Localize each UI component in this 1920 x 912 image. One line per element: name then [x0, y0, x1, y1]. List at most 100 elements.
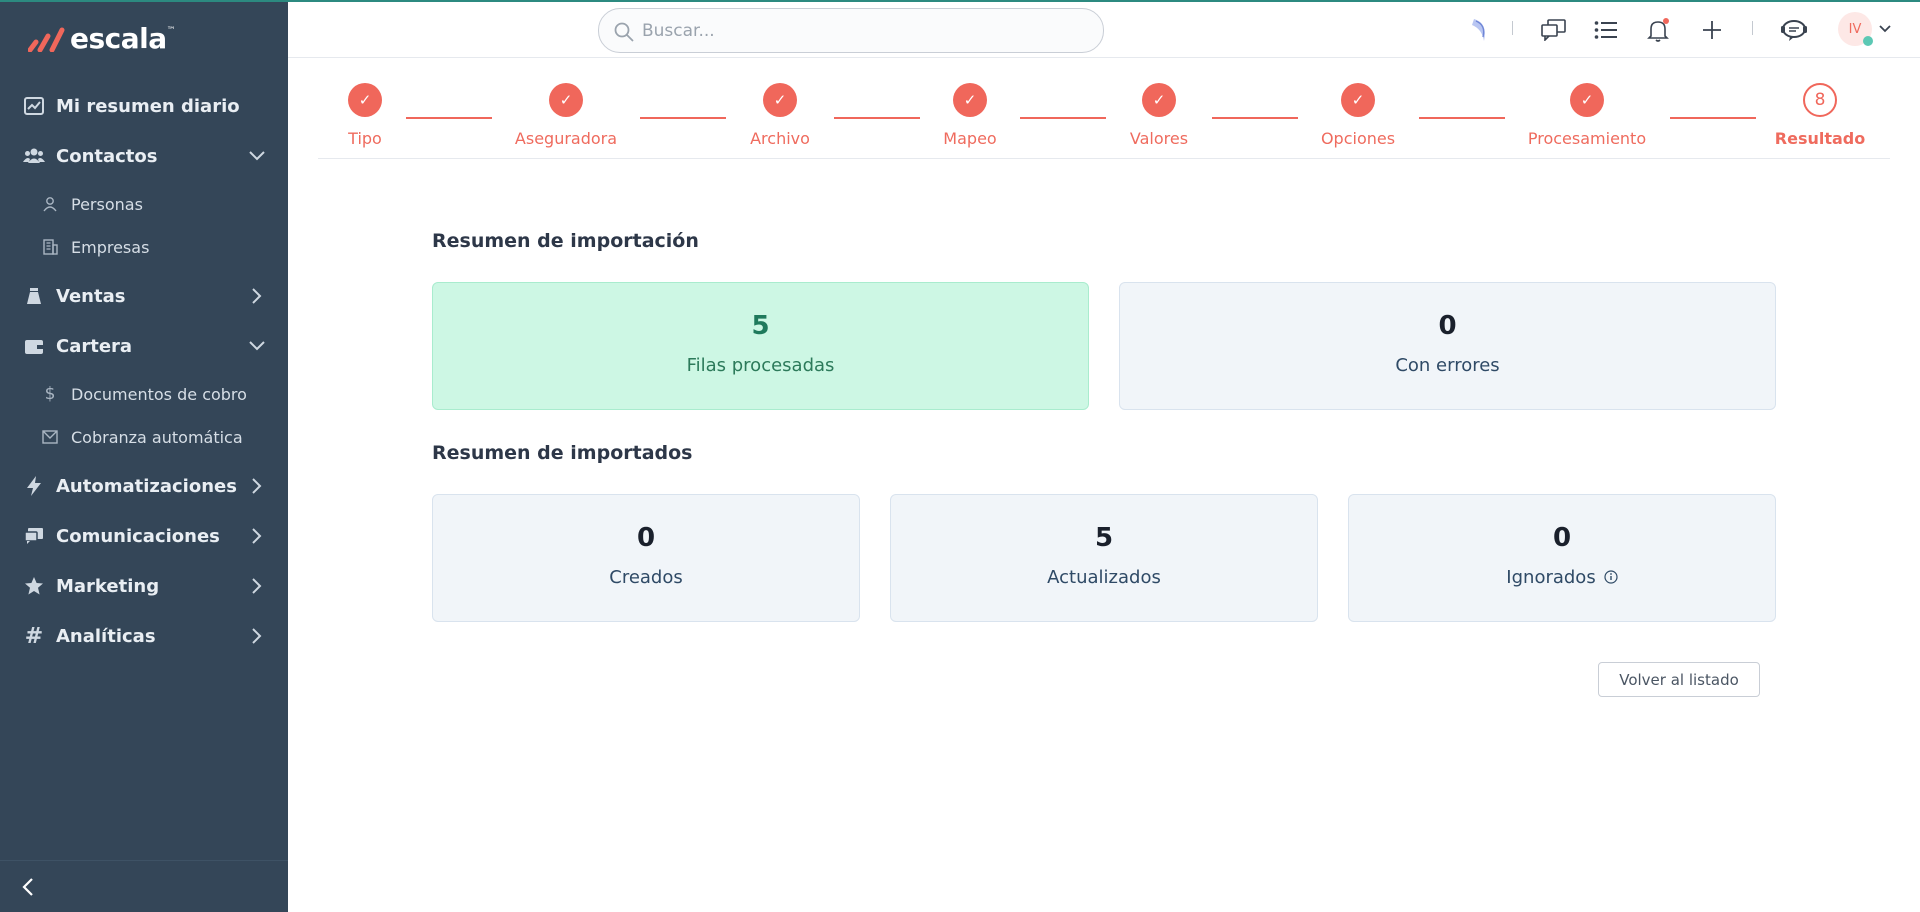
chevron-down-icon[interactable] [246, 145, 268, 167]
sidebar-item-cartera[interactable]: Cartera [0, 326, 288, 366]
list-icon[interactable] [1592, 16, 1620, 44]
sidebar-item-label: Comunicaciones [56, 525, 220, 547]
chevron-down-icon[interactable] [1878, 22, 1892, 36]
step-resultado-current: 8 [1803, 83, 1837, 117]
info-icon[interactable] [1604, 570, 1618, 584]
imported-summary-title: Resumen de importados [432, 442, 693, 464]
updated-label: Actualizados [1047, 567, 1161, 588]
sidebar-collapse-button[interactable] [0, 860, 288, 912]
error-rows-label: Con errores [1395, 355, 1500, 376]
created-label: Creados [609, 567, 683, 588]
step-label-resultado: Resultado [1774, 129, 1866, 148]
bell-icon[interactable] [1645, 16, 1673, 44]
step-tipo-check: ✓ [348, 83, 382, 117]
step-connector [406, 117, 492, 119]
ignored-caption: Ignorados [1349, 567, 1775, 588]
created-count: 0 [636, 523, 656, 553]
star-icon [23, 575, 45, 597]
sidebar-item-empresas[interactable]: Empresas [0, 229, 288, 265]
sidebar-item-label: Marketing [56, 575, 160, 597]
sidebar-item-ventas[interactable]: Ventas [0, 276, 288, 316]
sidebar-item-label: Contactos [56, 145, 158, 167]
step-connector [1212, 117, 1298, 119]
import-summary-title: Resumen de importación [432, 230, 699, 252]
lightning-icon [23, 475, 45, 497]
sidebar-item-label: Empresas [71, 237, 150, 257]
step-connector [1020, 117, 1106, 119]
step-label-aseguradora: Aseguradora [514, 129, 618, 148]
sidebar-item-label: Documentos de cobro [71, 384, 247, 404]
step-label-procesamiento: Procesamiento [1527, 129, 1647, 148]
sidebar-item-contactos[interactable]: Contactos [0, 136, 288, 176]
mail-icon [41, 428, 59, 446]
search-bar[interactable] [598, 8, 1104, 53]
sidebar-item-label: Cartera [56, 335, 133, 357]
sidebar-item-mi-resumen-diario[interactable]: Mi resumen diario [0, 86, 288, 126]
sidebar-item-label: Analíticas [56, 625, 156, 647]
sidebar: escala ™ Mi resumen diario Contactos Per… [0, 0, 288, 912]
building-icon [41, 238, 59, 256]
user-initials: IV [1848, 21, 1862, 37]
sidebar-item-cobranza-automatica[interactable]: Cobranza automática [0, 419, 288, 455]
step-label-archivo: Archivo [750, 129, 810, 148]
users-icon [23, 145, 45, 167]
step-aseguradora-check: ✓ [549, 83, 583, 117]
chevron-right-icon[interactable] [246, 525, 268, 547]
ignored-count: 0 [1552, 523, 1572, 553]
sidebar-item-label: Personas [71, 194, 143, 214]
sidebar-item-documentos-de-cobro[interactable]: $ Documentos de cobro [0, 376, 288, 412]
chevron-left-icon [16, 875, 40, 899]
step-mapeo-check: ✓ [953, 83, 987, 117]
messages-icon[interactable] [1540, 16, 1568, 44]
person-icon [41, 195, 59, 213]
header-separator [1752, 21, 1753, 35]
created-card: 0 Creados [432, 494, 860, 622]
chevron-down-icon[interactable] [246, 335, 268, 357]
step-connector [834, 117, 920, 119]
hash-icon: # [24, 623, 44, 649]
plus-icon[interactable] [1698, 16, 1726, 44]
support-chat-icon[interactable] [1780, 16, 1808, 44]
updated-count: 5 [1094, 523, 1114, 553]
step-connector [1670, 117, 1756, 119]
step-archivo-check: ✓ [763, 83, 797, 117]
processed-rows-label: Filas procesadas [686, 355, 835, 376]
sales-icon [23, 285, 45, 307]
sidebar-item-analiticas[interactable]: # Analíticas [0, 616, 288, 656]
step-connector [640, 117, 726, 119]
bird-icon[interactable] [1466, 16, 1494, 44]
sidebar-item-label: Mi resumen diario [56, 95, 240, 117]
updated-card: 5 Actualizados [890, 494, 1318, 622]
sidebar-item-label: Ventas [56, 285, 126, 307]
sidebar-item-label: Cobranza automática [71, 427, 243, 447]
step-label-valores: Valores [1129, 129, 1189, 148]
chevron-right-icon[interactable] [246, 285, 268, 307]
sidebar-item-label: Automatizaciones [56, 475, 237, 497]
step-label-mapeo: Mapeo [943, 129, 997, 148]
wallet-icon [23, 335, 45, 357]
sidebar-item-marketing[interactable]: Marketing [0, 566, 288, 606]
sidebar-item-automatizaciones[interactable]: Automatizaciones [0, 466, 288, 506]
error-rows-count: 0 [1438, 311, 1457, 341]
sidebar-item-personas[interactable]: Personas [0, 186, 288, 222]
chevron-right-icon[interactable] [246, 575, 268, 597]
processed-rows-count: 5 [751, 311, 770, 341]
import-stepper: ✓ Tipo ✓ Aseguradora ✓ Archivo ✓ Mapeo ✓… [318, 58, 1890, 159]
search-input[interactable] [642, 19, 1082, 43]
step-connector [1419, 117, 1505, 119]
top-accent-line [0, 0, 1920, 2]
chevron-right-icon[interactable] [246, 475, 268, 497]
step-label-tipo: Tipo [348, 129, 382, 148]
error-rows-card: 0 Con errores [1119, 282, 1776, 410]
brand-logo[interactable]: escala ™ [28, 20, 176, 56]
dollar-icon: $ [44, 384, 56, 404]
back-to-list-button[interactable]: Volver al listado [1598, 662, 1760, 697]
sidebar-item-comunicaciones[interactable]: Comunicaciones [0, 516, 288, 556]
search-icon [614, 22, 634, 42]
ignored-card: 0 Ignorados [1348, 494, 1776, 622]
chart-icon [23, 95, 45, 117]
brand-name: escala [70, 21, 167, 55]
step-opciones-check: ✓ [1341, 83, 1375, 117]
online-status-indicator [1863, 36, 1873, 46]
chevron-right-icon[interactable] [246, 625, 268, 647]
